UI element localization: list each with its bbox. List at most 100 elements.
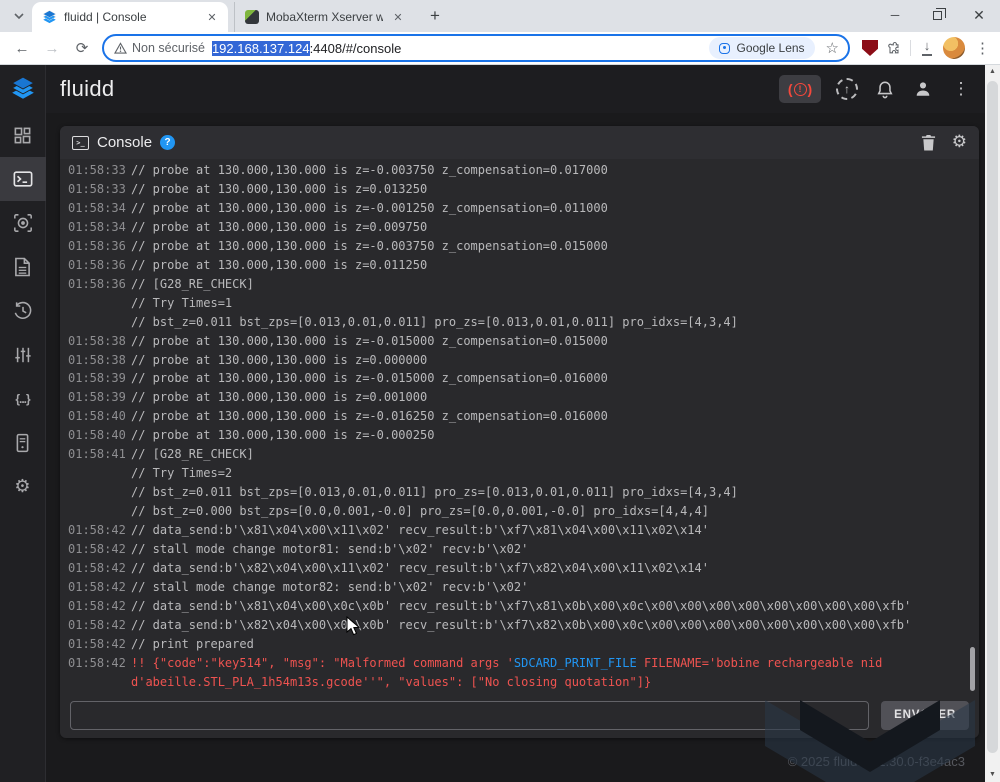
security-label: Non sécurisé — [132, 41, 205, 55]
tune-icon — [14, 347, 31, 363]
extensions-puzzle-icon[interactable] — [886, 40, 902, 56]
tab-title: fluidd | Console — [64, 10, 147, 24]
tab-close-icon[interactable]: ✕ — [204, 9, 220, 25]
log-line: 01:58:42 // stall mode change motor81: se… — [68, 540, 975, 559]
log-line: 01:58:40 // probe at 130.000,130.000 is z… — [68, 426, 975, 445]
console-log[interactable]: 01:58:33 // probe at 130.000,130.000 is z… — [60, 159, 979, 692]
app-menu-button[interactable]: ⋮ — [949, 77, 973, 101]
log-message: // data_send:b'\x82\x04\x00\x0c\x0b' rec… — [131, 617, 912, 632]
log-line: 01:58:42 // data_send:b'\x81\x04\x00\x0c\… — [68, 597, 975, 616]
log-line: 01:58:41 // [G28_RE_CHECK] — [68, 445, 975, 464]
log-message: // probe at 130.000,130.000 is z=0.01325… — [131, 181, 428, 196]
google-lens-button[interactable]: Google Lens — [709, 37, 815, 59]
log-line: 01:58:42 // data_send:b'\x82\x04\x00\x11\… — [68, 559, 975, 578]
ublock-extension-icon[interactable] — [862, 40, 878, 56]
log-timestamp: 01:58:34 — [68, 200, 126, 215]
scrollbar-thumb[interactable] — [987, 81, 998, 753]
sidebar: {...} ⚙ — [0, 65, 46, 782]
site-security-info[interactable]: Non sécurisé — [114, 41, 205, 55]
google-lens-label: Google Lens — [736, 41, 805, 55]
log-line: 01:58:42 // stall mode change motor82: se… — [68, 578, 975, 597]
log-line: // Try Times=2 — [68, 464, 975, 483]
sidebar-item-history[interactable] — [0, 289, 46, 333]
log-line: 01:58:38 // probe at 130.000,130.000 is z… — [68, 351, 975, 370]
page-scrollbar[interactable]: ▲ ▼ — [985, 65, 1000, 782]
estop-right-paren: ) — [807, 81, 813, 97]
sidebar-item-settings[interactable]: ⚙ — [0, 465, 46, 509]
sidebar-item-console[interactable] — [0, 157, 46, 201]
log-timestamp — [68, 483, 126, 502]
log-message: // bst_z=0.000 bst_zps=[0.0,0.001,-0.0] … — [131, 504, 709, 519]
log-timestamp: 01:58:42 — [68, 617, 126, 632]
downloads-icon[interactable]: ↓ — [919, 39, 935, 56]
page-footer: © 2025 fluidd: v1.30.0-f3e4ac3 — [60, 700, 979, 782]
trash-icon[interactable] — [921, 134, 936, 151]
tab-mobaxterm[interactable]: MobaXterm Xserver with SSH, t ✕ — [234, 2, 414, 32]
bookmark-star-icon[interactable]: ☆ — [822, 39, 843, 57]
log-timestamp — [68, 313, 126, 332]
back-button[interactable]: ← — [8, 34, 36, 62]
tab-fluidd-console[interactable]: fluidd | Console ✕ — [32, 2, 228, 32]
fluidd-logo-icon — [10, 76, 35, 99]
history-icon — [14, 301, 31, 319]
log-message: // print prepared — [131, 636, 254, 651]
user-button[interactable] — [911, 77, 935, 101]
restore-button[interactable] — [916, 0, 958, 30]
log-line: 01:58:39 // probe at 130.000,130.000 is z… — [68, 369, 975, 388]
new-tab-button[interactable]: + — [422, 3, 448, 29]
log-timestamp: 01:58:40 — [68, 428, 126, 443]
log-timestamp: 01:58:34 — [68, 219, 126, 234]
log-line: // Try Times=1 — [68, 294, 975, 313]
reload-button[interactable]: ⟳ — [68, 34, 96, 62]
log-line: 01:58:42 !! {"code":"key514", "msg": "Mal… — [68, 654, 975, 692]
help-icon[interactable]: ? — [160, 135, 176, 150]
sidebar-item-configure[interactable]: {...} — [0, 377, 46, 421]
log-timestamp: 01:58:42 — [68, 523, 126, 538]
console-scrollbar-thumb[interactable] — [970, 647, 975, 691]
updates-button[interactable]: ↑ — [835, 77, 859, 101]
address-bar[interactable]: Non sécurisé 192.168.137.124:4408/#/cons… — [102, 34, 850, 62]
sidebar-item-dashboard[interactable] — [0, 113, 46, 157]
scrollbar-up-icon[interactable]: ▲ — [989, 67, 996, 77]
log-line: 01:58:36 // [G28_RE_CHECK] — [68, 275, 975, 294]
log-line: // bst_z=0.011 bst_zps=[0.013,0.01,0.011… — [68, 313, 975, 332]
mobaxterm-favicon-icon — [245, 10, 259, 24]
log-message: // probe at 130.000,130.000 is z=-0.0037… — [131, 163, 608, 177]
profile-avatar[interactable] — [943, 37, 965, 59]
emergency-stop-button[interactable]: ( ! ) — [779, 75, 821, 103]
log-message: // data_send:b'\x81\x04\x00\x0c\x0b' rec… — [131, 598, 912, 613]
google-lens-icon — [719, 42, 731, 54]
forward-button[interactable]: → — [38, 34, 66, 62]
emergency-stop-icon: ! — [793, 82, 807, 96]
log-timestamp: 01:58:38 — [68, 352, 126, 367]
log-message: // probe at 130.000,130.000 is z=0.00000… — [131, 352, 428, 367]
tab-search-button[interactable] — [6, 3, 32, 29]
log-timestamp: 01:58:38 — [68, 333, 126, 348]
sidebar-item-tune[interactable] — [0, 333, 46, 377]
chrome-menu-button[interactable]: ⋮ — [973, 39, 992, 57]
settings-gear-icon: ⚙ — [14, 476, 31, 497]
log-timestamp: 01:58:36 — [68, 238, 126, 253]
sidebar-item-system[interactable] — [0, 421, 46, 465]
sidebar-item-gcode-preview[interactable] — [0, 201, 46, 245]
fluidd-logo[interactable] — [0, 65, 46, 113]
console-settings-gear-icon[interactable]: ⚙ — [952, 134, 967, 151]
tab-close-icon[interactable]: ✕ — [390, 9, 406, 25]
console-header-actions: ⚙ — [921, 134, 967, 151]
url-text[interactable]: 192.168.137.124:4408/#/console — [211, 40, 703, 56]
sidebar-item-jobs[interactable] — [0, 245, 46, 289]
log-timestamp: 01:58:33 — [68, 163, 126, 177]
log-timestamp: 01:58:36 — [68, 257, 126, 272]
notifications-button[interactable] — [873, 77, 897, 101]
main-area: >_ Console ? ⚙ 01:58:33 // probe at 130.0… — [46, 113, 985, 782]
scrollbar-down-icon[interactable]: ▼ — [989, 770, 996, 780]
minimize-button[interactable]: ─ — [874, 0, 916, 30]
jobs-file-icon — [15, 257, 30, 277]
log-line: 01:58:42 // data_send:b'\x82\x04\x00\x0c\… — [68, 616, 975, 635]
close-button[interactable]: ✕ — [958, 0, 1000, 30]
console-command-input[interactable] — [70, 700, 870, 730]
log-message: // data_send:b'\x81\x04\x00\x11\x02' rec… — [131, 523, 709, 538]
warning-icon — [114, 42, 127, 54]
log-message: // [G28_RE_CHECK] — [131, 276, 254, 291]
send-button[interactable]: ENVOYER — [881, 700, 969, 730]
